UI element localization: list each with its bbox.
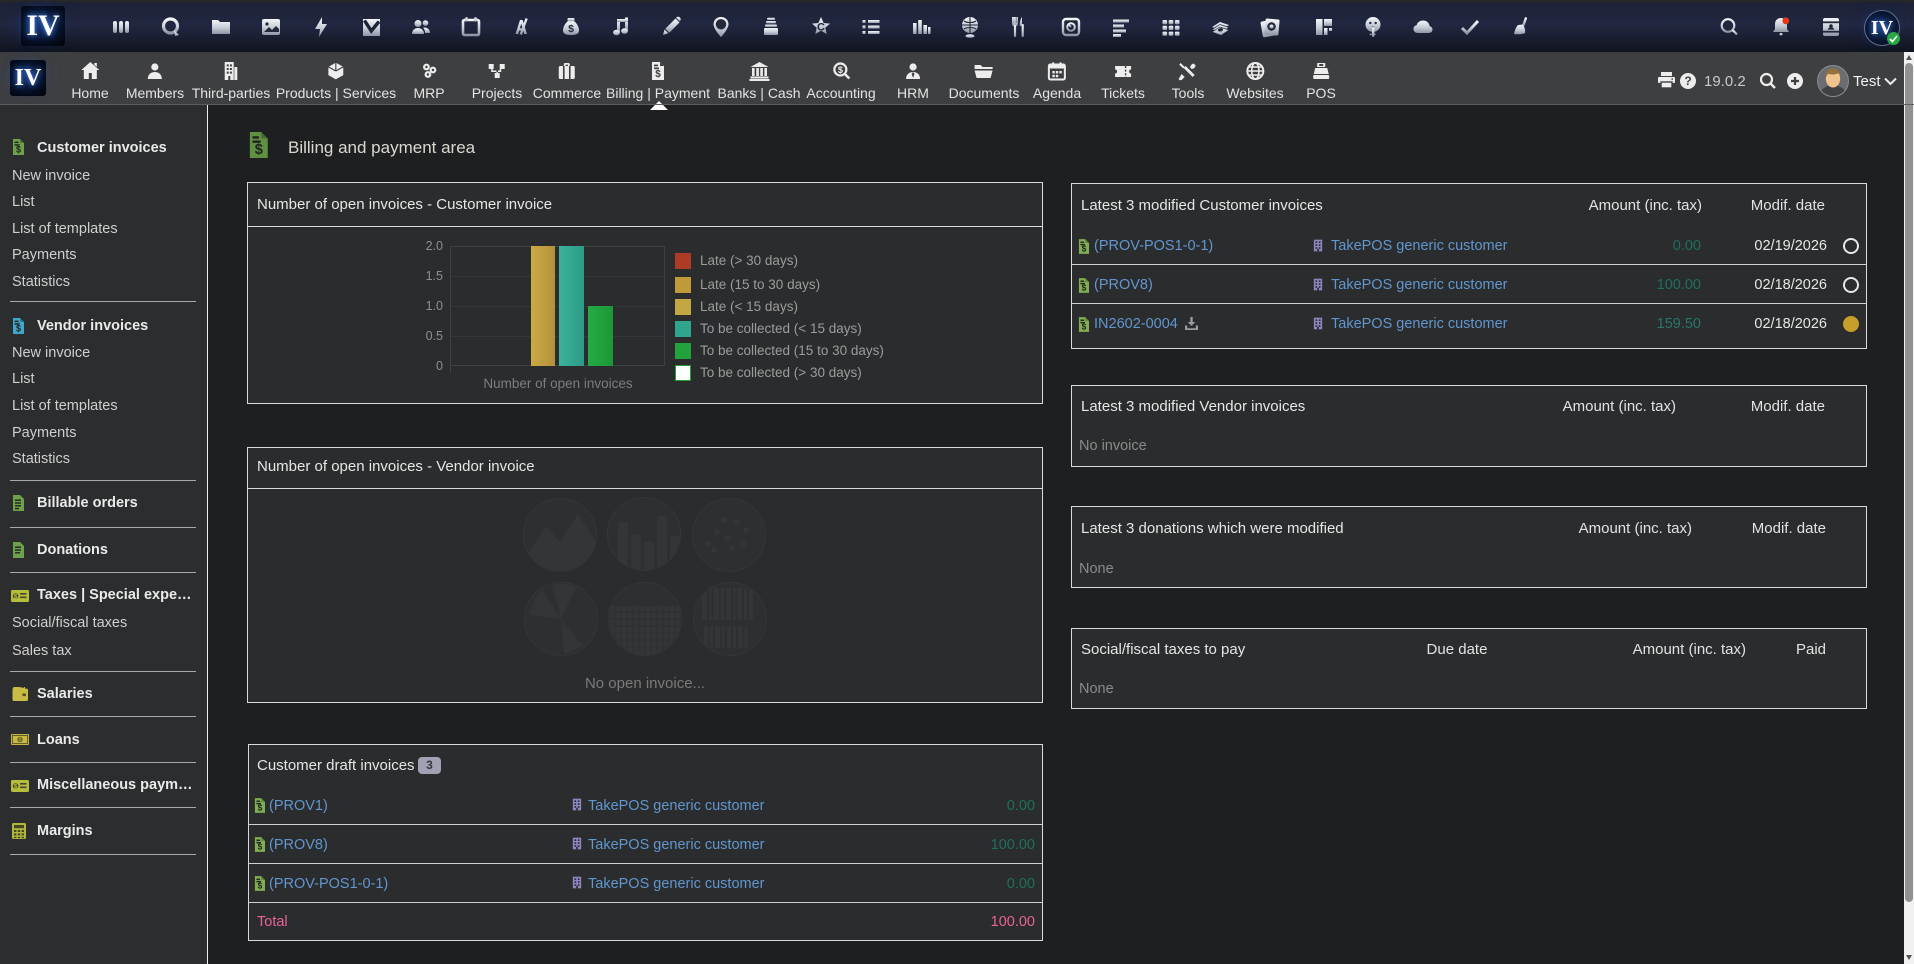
svg-text:C: C (817, 22, 825, 34)
svg-text:$: $ (837, 65, 842, 75)
svg-text:$: $ (655, 69, 661, 80)
svg-text:0: 0 (18, 738, 21, 744)
svg-text:$: $ (14, 783, 18, 790)
svg-text:$: $ (568, 23, 574, 35)
svg-text:$: $ (14, 593, 18, 600)
